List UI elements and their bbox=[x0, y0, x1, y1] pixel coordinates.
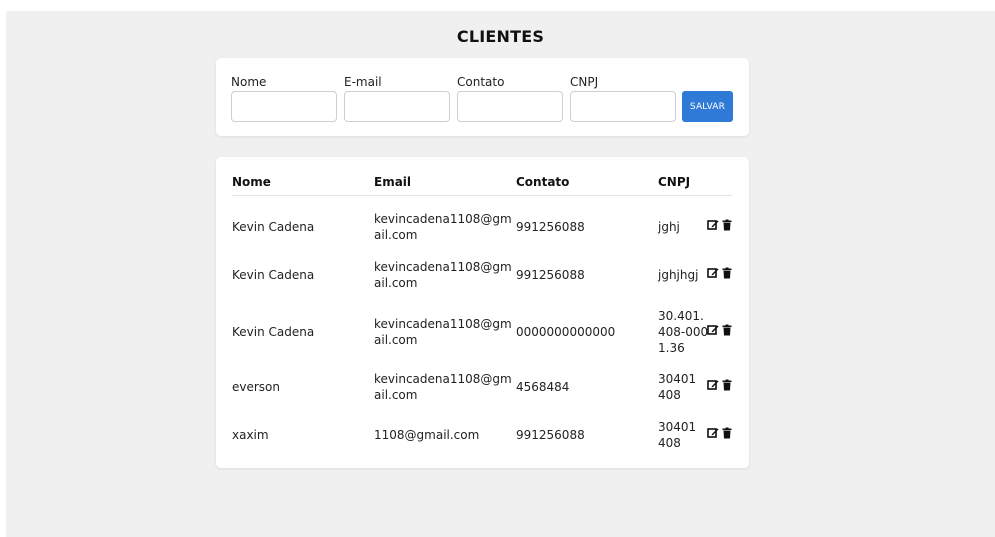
row-actions bbox=[707, 267, 733, 279]
clients-table: Nome Email Contato CNPJ Kevin Cadena kev… bbox=[216, 157, 749, 468]
row-email: 1108@gmail.com bbox=[374, 428, 480, 442]
table-header: Nome Email Contato CNPJ bbox=[232, 175, 732, 196]
trash-icon[interactable] bbox=[721, 267, 733, 279]
cnpj-label: CNPJ bbox=[570, 75, 599, 89]
name-field-group: Nome bbox=[231, 75, 337, 122]
row-actions bbox=[707, 219, 733, 231]
row-actions bbox=[707, 324, 733, 336]
row-contact: 991256088 bbox=[516, 220, 585, 234]
row-contact: 991256088 bbox=[516, 428, 585, 442]
contact-label: Contato bbox=[457, 75, 505, 89]
save-button[interactable]: SALVAR bbox=[682, 91, 733, 122]
row-cnpj: jghjhgj bbox=[658, 268, 699, 282]
email-input[interactable] bbox=[344, 91, 450, 122]
row-contact: 4568484 bbox=[516, 380, 570, 394]
row-name: Kevin Cadena bbox=[232, 325, 315, 339]
row-contact: 991256088 bbox=[516, 268, 585, 282]
page-background: CLIENTES Nome E-mail Contato CNPJ SALVAR… bbox=[6, 11, 995, 537]
edit-icon[interactable] bbox=[707, 267, 719, 279]
trash-icon[interactable] bbox=[721, 219, 733, 231]
row-actions bbox=[707, 379, 733, 391]
row-name: xaxim bbox=[232, 428, 269, 442]
row-email: kevincadena1108@gmail.com bbox=[374, 372, 512, 402]
row-name: Kevin Cadena bbox=[232, 268, 315, 282]
row-contact: 0000000000000 bbox=[516, 325, 616, 339]
header-contact: Contato bbox=[516, 175, 570, 189]
table-row: Kevin Cadena kevincadena1108@gmail.com 9… bbox=[232, 210, 732, 244]
table-row: xaxim 1108@gmail.com 991256088 30401408 bbox=[232, 417, 732, 453]
edit-icon[interactable] bbox=[707, 324, 719, 336]
row-actions bbox=[707, 427, 733, 439]
name-input[interactable] bbox=[231, 91, 337, 122]
client-form: Nome E-mail Contato CNPJ SALVAR bbox=[216, 58, 749, 136]
table-row: everson kevincadena1108@gmail.com 456848… bbox=[232, 369, 732, 405]
cnpj-input[interactable] bbox=[570, 91, 676, 122]
row-email: kevincadena1108@gmail.com bbox=[374, 317, 512, 347]
name-label: Nome bbox=[231, 75, 267, 89]
row-cnpj: 30401408 bbox=[658, 420, 697, 450]
row-name: Kevin Cadena bbox=[232, 220, 315, 234]
header-email: Email bbox=[374, 175, 412, 189]
edit-icon[interactable] bbox=[707, 379, 719, 391]
trash-icon[interactable] bbox=[721, 379, 733, 391]
trash-icon[interactable] bbox=[721, 324, 733, 336]
email-label: E-mail bbox=[344, 75, 382, 89]
row-cnpj: jghj bbox=[658, 220, 680, 234]
row-email: kevincadena1108@gmail.com bbox=[374, 212, 512, 242]
row-email: kevincadena1108@gmail.com bbox=[374, 260, 512, 290]
contact-field-group: Contato bbox=[457, 75, 563, 122]
header-cnpj: CNPJ bbox=[658, 175, 691, 189]
edit-icon[interactable] bbox=[707, 219, 719, 231]
row-name: everson bbox=[232, 380, 280, 394]
header-name: Nome bbox=[232, 175, 271, 189]
edit-icon[interactable] bbox=[707, 427, 719, 439]
contact-input[interactable] bbox=[457, 91, 563, 122]
table-row: Kevin Cadena kevincadena1108@gmail.com 9… bbox=[232, 258, 732, 292]
email-field-group: E-mail bbox=[344, 75, 450, 122]
row-cnpj: 30.401.408-0001.36 bbox=[658, 309, 709, 355]
page-title: CLIENTES bbox=[456, 27, 545, 46]
cnpj-field-group: CNPJ bbox=[570, 75, 676, 122]
row-cnpj: 30401408 bbox=[658, 372, 697, 402]
table-row: Kevin Cadena kevincadena1108@gmail.com 0… bbox=[232, 306, 732, 360]
trash-icon[interactable] bbox=[721, 427, 733, 439]
